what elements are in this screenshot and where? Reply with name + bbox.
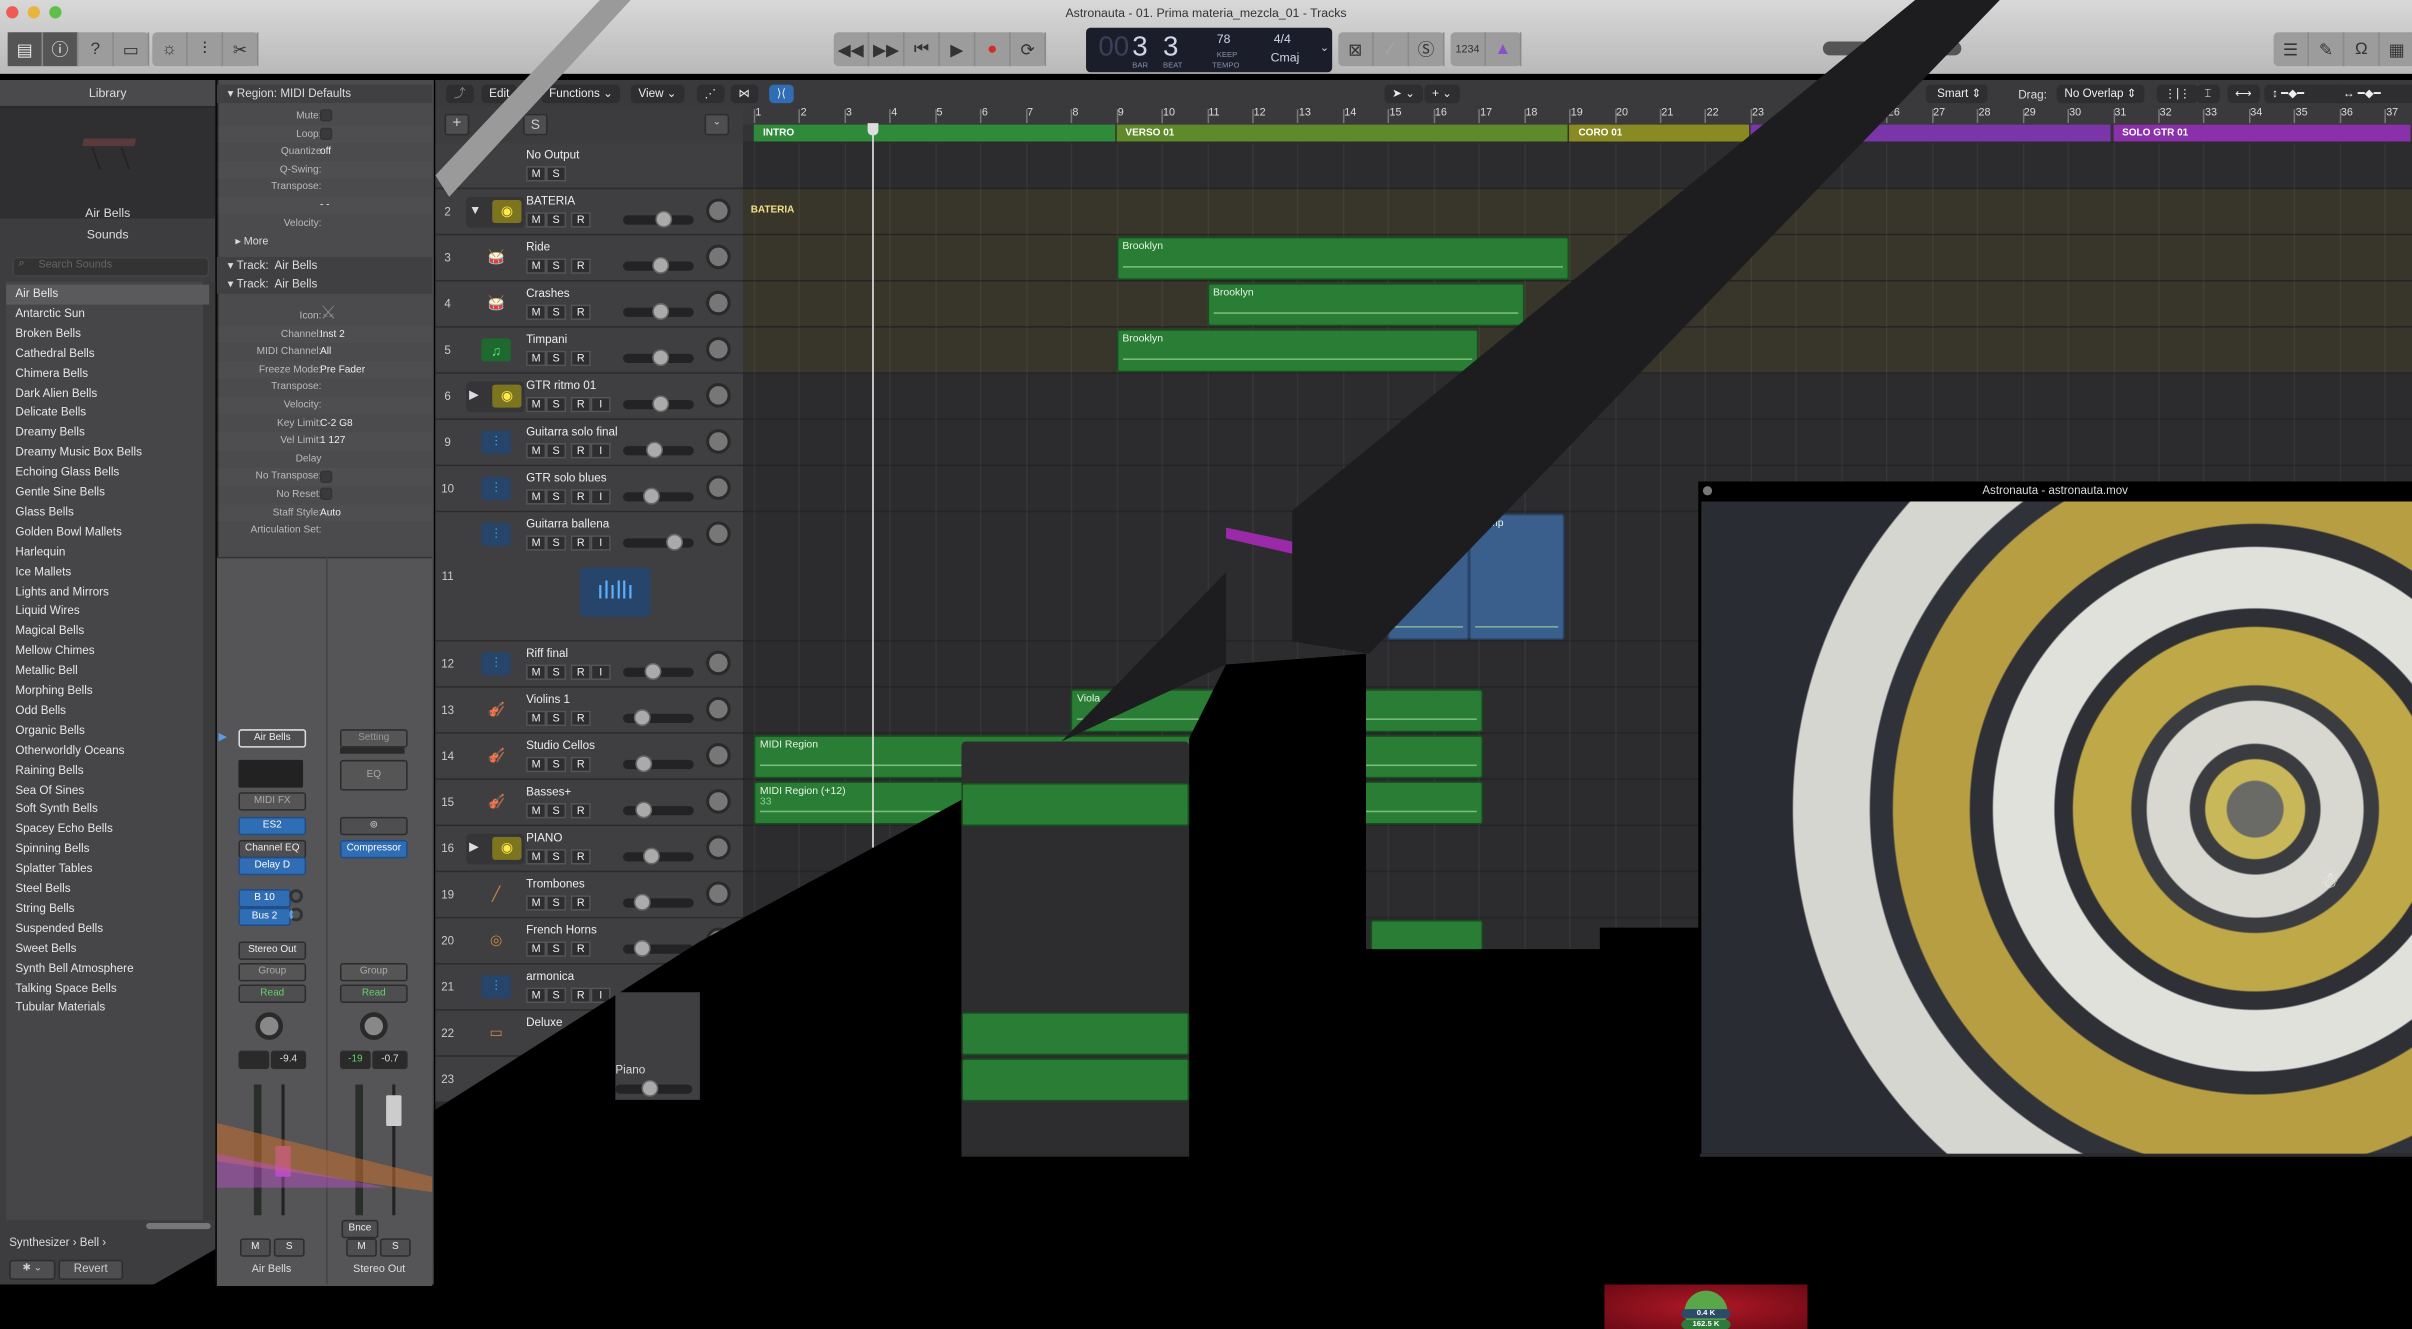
automation-overlay	[216, 1122, 433, 1193]
snap-value: Smart	[1937, 86, 1969, 100]
midi-fx-slot[interactable]: MIDI FX	[238, 792, 307, 811]
movie-title: Astronauta - astronauta.mov	[1982, 483, 2128, 497]
eq-slot[interactable]: EQ	[339, 759, 408, 791]
eq-display[interactable]	[238, 759, 304, 788]
selected-strip-indicator: ▶	[218, 732, 227, 743]
pan-knob[interactable]	[255, 1012, 284, 1040]
network-monitor-widget: 0.4 K 162.5 K	[1604, 1284, 1808, 1329]
instrument-slot[interactable]: ES2	[238, 816, 307, 836]
upload-rate: 0.4 K	[1681, 1309, 1731, 1319]
output-slot[interactable]: Stereo Out	[238, 941, 307, 960]
snap-menu[interactable]: Smart ⇕	[1925, 84, 1988, 104]
screen: Astronauta - 01. Prima materia_mezcla_01…	[0, 0, 2412, 1329]
track-volume-fader[interactable]	[615, 1079, 693, 1097]
send-slot[interactable]: Bus 2	[238, 907, 291, 927]
send-level-knob[interactable]	[289, 907, 304, 922]
insert-slot[interactable]: Channel EQ	[238, 839, 307, 859]
glitch-track-fragment: Piano	[615, 992, 700, 1100]
link-button[interactable]: ⊚	[339, 816, 408, 836]
midi-region[interactable]	[961, 1058, 1190, 1102]
automation-mode[interactable]: Read	[238, 984, 307, 1003]
group-slot[interactable]: Group	[339, 962, 408, 982]
volume-display: -0.7	[372, 1050, 408, 1070]
automation-mode[interactable]: Read	[339, 984, 408, 1003]
glitch-panel	[961, 741, 1190, 1154]
strip-setting-button[interactable]: Setting	[339, 729, 408, 748]
strip-setting-button[interactable]: Air Bells	[238, 729, 307, 748]
bounce-button[interactable]: Bnce	[341, 1219, 379, 1239]
insert-slot[interactable]: Compressor	[339, 839, 408, 859]
fader-knob[interactable]	[641, 1079, 659, 1097]
mute-button[interactable]: M	[239, 1238, 271, 1257]
movie-frame: ☃	[1701, 501, 2412, 1154]
insert-slot[interactable]: Delay D	[238, 856, 307, 876]
group-slot[interactable]: Group	[238, 962, 307, 982]
pan-knob[interactable]	[359, 1012, 388, 1040]
mute-button[interactable]: M	[346, 1238, 377, 1257]
glitch-shard	[1226, 527, 1293, 554]
strip-name: Stereo Out	[353, 1264, 406, 1276]
volume-display: -9.4	[270, 1050, 307, 1070]
link-icon: ⊚	[369, 819, 378, 831]
track-name: Piano	[615, 1062, 646, 1077]
midi-region[interactable]	[961, 1012, 1190, 1056]
solo-button[interactable]: S	[273, 1238, 305, 1257]
midi-region[interactable]	[961, 782, 1190, 827]
strip-divider	[339, 747, 405, 754]
peak-display: -19	[339, 1050, 371, 1070]
send-level-knob[interactable]	[289, 889, 304, 903]
peak-display	[238, 1050, 270, 1070]
send-slot[interactable]: B 10	[238, 889, 291, 908]
movie-window: Astronauta - astronauta.mov ☃	[1698, 481, 2412, 1154]
strip-name: Air Bells	[251, 1264, 292, 1276]
download-rate: 162.5 K	[1681, 1319, 1731, 1329]
astronaut-figure: ☃	[2319, 867, 2340, 893]
glitch-shard	[435, 0, 631, 197]
solo-button[interactable]: S	[379, 1238, 411, 1257]
